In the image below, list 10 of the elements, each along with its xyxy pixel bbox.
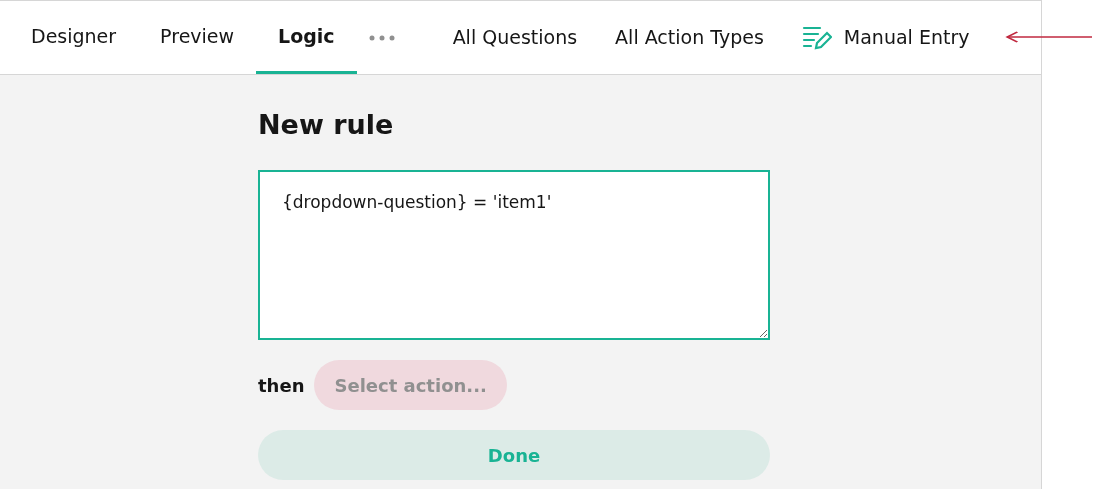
tab[interactable]: Designer xyxy=(9,1,139,74)
toolbar-button[interactable]: All Action Types xyxy=(615,23,764,52)
edit-list-icon xyxy=(801,24,832,51)
toolbar-button[interactable]: All Questions xyxy=(452,23,578,52)
more-icon xyxy=(368,34,395,41)
expression-field[interactable]: {dropdown-question} = 'item1' xyxy=(258,170,770,340)
tab[interactable]: Preview xyxy=(138,1,257,74)
manual-entry-button[interactable]: Manual Entry xyxy=(801,23,970,52)
then-label: then xyxy=(258,373,305,398)
rule-title: New rule xyxy=(258,108,395,142)
